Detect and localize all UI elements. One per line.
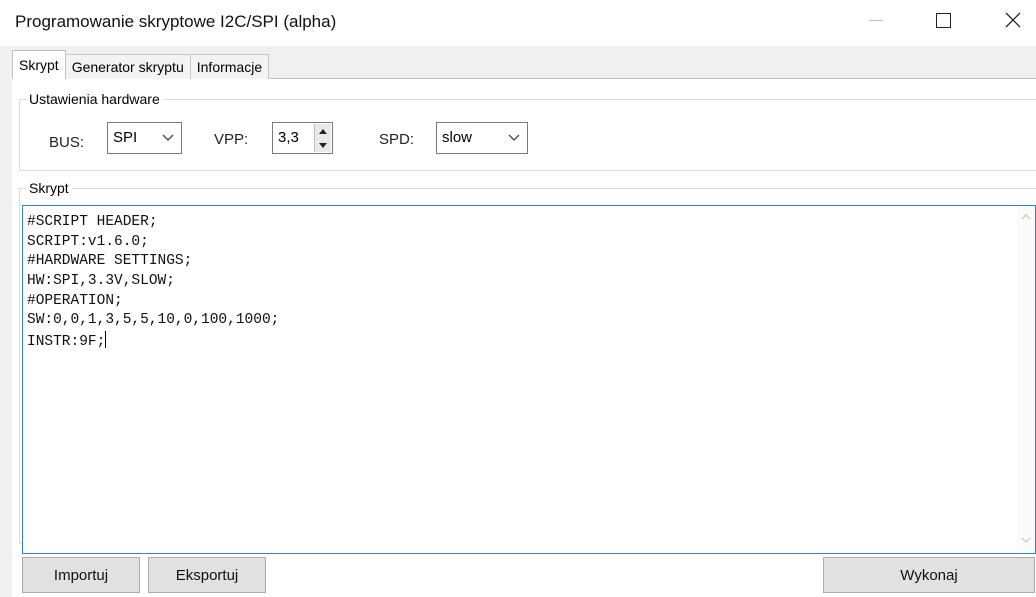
script-line: #SCRIPT HEADER; <box>27 214 158 230</box>
spd-select[interactable]: slow <box>436 122 528 154</box>
hardware-settings-label: Ustawienia hardware <box>26 90 163 108</box>
title-bar[interactable]: Programowanie skryptowe I2C/SPI (alpha) <box>0 0 1036 46</box>
script-line: SCRIPT:v1.6.0; <box>27 233 149 250</box>
vertical-scrollbar[interactable] <box>1017 206 1035 553</box>
script-code: #SCRIPT HEADER; SCRIPT:v1.6.0; #HARDWARE… <box>27 213 279 351</box>
minimize-icon <box>869 19 883 21</box>
close-button[interactable] <box>990 0 1036 40</box>
bus-value: SPI <box>113 129 138 146</box>
minimize-button[interactable] <box>853 0 899 40</box>
maximize-button[interactable] <box>920 0 966 40</box>
text-caret <box>105 331 107 349</box>
vpp-label: VPP: <box>214 131 249 148</box>
scroll-down-icon[interactable] <box>1021 535 1031 545</box>
maximize-icon <box>935 12 951 28</box>
import-button[interactable]: Importuj <box>22 557 140 593</box>
stepper-down-icon[interactable] <box>315 138 331 152</box>
chevron-down-icon <box>508 134 520 141</box>
stepper-up-icon[interactable] <box>315 124 331 138</box>
run-button[interactable]: Wykonaj <box>823 557 1035 593</box>
spd-label: SPD: <box>379 131 415 148</box>
script-editor[interactable]: #SCRIPT HEADER; SCRIPT:v1.6.0; #HARDWARE… <box>22 205 1036 554</box>
app-window: Programowanie skryptowe I2C/SPI (alpha) … <box>0 0 1036 597</box>
window-title: Programowanie skryptowe I2C/SPI (alpha) <box>15 12 337 31</box>
bus-select[interactable]: SPI <box>107 122 182 154</box>
tab-strip: Skrypt Generator skryptu Informacje <box>12 50 270 79</box>
chevron-down-icon <box>162 134 174 141</box>
close-icon <box>1005 12 1021 28</box>
script-line: #HARDWARE SETTINGS; <box>27 253 193 270</box>
tab-informacje[interactable]: Informacje <box>189 54 270 79</box>
tab-generator-skryptu[interactable]: Generator skryptu <box>64 54 191 79</box>
export-button[interactable]: Eksportuj <box>148 557 266 593</box>
script-group-label: Skrypt <box>26 179 72 197</box>
scroll-up-icon[interactable] <box>1021 212 1031 222</box>
vpp-stepper-arrows[interactable] <box>314 124 331 152</box>
vpp-stepper[interactable]: 3,3 <box>272 122 333 154</box>
bus-label: BUS: <box>49 134 85 151</box>
script-line: HW:SPI,3.3V,SLOW; <box>27 273 175 290</box>
script-line: #OPERATION; <box>27 292 123 309</box>
tab-skrypt[interactable]: Skrypt <box>12 50 66 79</box>
script-line-last: INSTR:9F; <box>27 331 279 351</box>
vpp-value: 3,3 <box>278 129 299 146</box>
script-line: SW:0,0,1,3,5,5,10,0,100,1000; <box>27 312 280 329</box>
script-line-text: INSTR:9F; <box>27 334 106 351</box>
spd-value: slow <box>442 129 473 146</box>
